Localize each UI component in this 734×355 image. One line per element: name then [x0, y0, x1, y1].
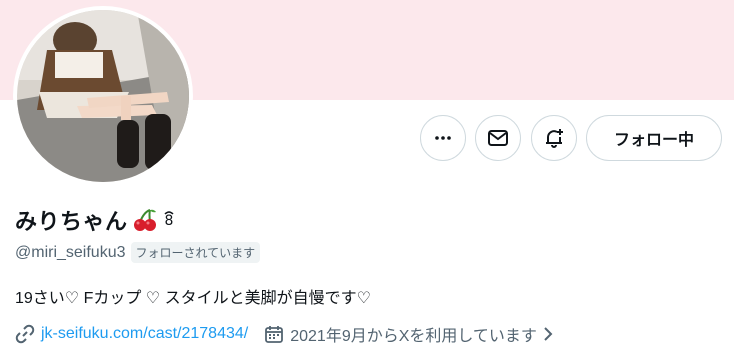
avatar-frame [13, 6, 193, 186]
svg-text:8: 8 [164, 213, 173, 229]
follows-you-badge: フォローされています [130, 242, 261, 263]
profile-meta: jk-seifuku.com/cast/2178434/ 2021年9月からXを… [15, 322, 559, 346]
avatar-photo [17, 10, 189, 182]
calendar-icon [265, 326, 284, 343]
following-button[interactable]: フォロー中 [586, 115, 722, 161]
cherry-icon [132, 208, 158, 232]
badge-icon: 8 [162, 210, 176, 230]
name-row: みりちゃん 8 [15, 204, 176, 236]
bell-plus-icon [546, 129, 563, 148]
handle: @miri_seifuku3 [15, 243, 126, 261]
more-button[interactable] [420, 115, 466, 161]
avatar[interactable] [17, 10, 189, 182]
more-icon [435, 136, 451, 140]
website-item[interactable]: jk-seifuku.com/cast/2178434/ [15, 324, 248, 344]
joined-date: 2021年9月からXを利用しています [290, 328, 537, 345]
handle-row: @miri_seifuku3 フォローされています [15, 242, 261, 263]
joined-item[interactable]: 2021年9月からXを利用しています [264, 322, 559, 346]
message-button[interactable] [475, 115, 521, 161]
link-icon [15, 324, 35, 344]
chevron-right-icon [544, 327, 553, 341]
notify-button[interactable] [531, 115, 577, 161]
display-name: みりちゃん [15, 209, 128, 234]
bio: 19さい♡ Fカップ ♡ スタイルと美脚が自慢です♡ [15, 290, 371, 307]
mail-icon [488, 130, 508, 146]
website-link[interactable]: jk-seifuku.com/cast/2178434/ [41, 325, 248, 343]
